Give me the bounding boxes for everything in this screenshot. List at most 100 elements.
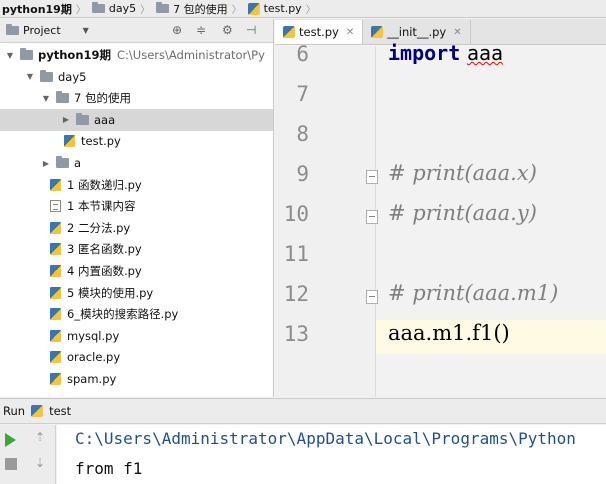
python-file-icon — [50, 286, 61, 299]
line-number: 7 — [296, 82, 309, 106]
gear-icon[interactable]: ⚙ — [222, 23, 233, 37]
tree-item[interactable]: ▶ a — [0, 152, 273, 174]
folder-icon — [156, 2, 170, 13]
python-file-icon — [50, 265, 61, 277]
folder-icon — [56, 91, 69, 104]
breadcrumb-item-package[interactable]: 7 包的使用〉 — [154, 0, 246, 17]
console-line: C:\Users\Administrator\AppData\Local\Pro… — [75, 429, 576, 448]
comment-token: # print(aaa.m1) — [388, 281, 559, 305]
code-line: # print(aaa.m1) — [388, 281, 558, 305]
arrow-down-icon[interactable]: ⇣ — [35, 456, 45, 470]
breadcrumb-item-day5[interactable]: day5 〉 — [90, 0, 154, 17]
chevron-down-icon[interactable]: ▼ — [4, 51, 16, 60]
fold-marker-icon[interactable] — [366, 210, 378, 224]
hide-panel-icon[interactable]: ⊣ — [246, 23, 256, 37]
tree-item-label: 4 内置函数.py — [67, 264, 142, 278]
tree-item-label: oracle.py — [67, 350, 121, 365]
tree-item[interactable]: 4 内置函数.py — [0, 260, 273, 282]
tree-item[interactable]: 5 模块的使用.py — [0, 282, 273, 304]
python-file-icon — [64, 135, 75, 148]
tree-item-label: 1 函数递归.py — [67, 177, 142, 192]
code-line: # print(aaa.x) — [388, 161, 537, 185]
python-file-icon — [50, 351, 61, 364]
tree-item[interactable]: 3 匿名函数.py — [0, 238, 273, 260]
breadcrumb-label: python19期 — [2, 2, 72, 16]
tab-test-py[interactable]: test.py ✕ — [275, 20, 364, 44]
tree-item-label: 3 匿名函数.py — [67, 242, 142, 257]
breadcrumb-label: test.py — [263, 2, 302, 15]
folder-icon — [20, 48, 33, 60]
target-icon[interactable]: ⊕ — [172, 23, 182, 37]
comment-token: # print(aaa.x) — [388, 161, 537, 185]
breadcrumb: python19期〉 day5 〉 7 包的使用〉 test.py 〉 — [0, 0, 606, 18]
tree-item-label: mysql.py — [67, 328, 120, 343]
tree-item[interactable]: test.py — [0, 130, 273, 152]
tree-item[interactable]: ▼ 7 包的使用 — [0, 87, 273, 109]
rerun-icon[interactable] — [5, 433, 16, 447]
stop-icon[interactable] — [5, 458, 17, 470]
folder-icon — [76, 112, 89, 125]
breadcrumb-item-file[interactable]: test.py 〉 — [246, 0, 320, 17]
tree-item[interactable]: 2 二分法.py — [0, 217, 273, 239]
fold-marker-icon[interactable] — [366, 170, 378, 184]
tree-item[interactable]: ▼ day5 — [0, 66, 273, 88]
code-line: aaa.m1.f1() — [388, 321, 510, 345]
code-line: import aaa — [388, 41, 503, 65]
tree-item-label: 5 模块的使用.py — [67, 285, 154, 300]
tab-label: test.py — [299, 25, 339, 39]
chevron-down-icon[interactable]: ▼ — [24, 72, 36, 81]
code-line: # print(aaa.y) — [388, 201, 537, 225]
tree-item-label: 6_模块的搜索路径.py — [67, 307, 179, 322]
close-icon[interactable]: ✕ — [453, 27, 461, 38]
chevron-right-icon[interactable]: ▶ — [40, 159, 52, 168]
run-toolbar: Run test — [0, 398, 606, 424]
python-file-icon — [371, 26, 384, 38]
python-file-icon — [50, 308, 61, 321]
chevron-right-icon[interactable]: ▶ — [60, 115, 72, 124]
folder-icon — [91, 2, 105, 13]
tree-item[interactable]: mysql.py — [0, 325, 273, 347]
python-file-icon — [50, 243, 61, 256]
tree-item[interactable]: 1 本节课内容 — [0, 195, 273, 217]
tree-item[interactable]: spam.py — [0, 368, 273, 390]
tree-item[interactable]: ▶ aaa — [0, 108, 273, 131]
run-config-name[interactable]: test — [49, 404, 71, 418]
python-file-icon — [50, 221, 61, 234]
tree-item[interactable]: 1 函数递归.py — [0, 174, 273, 196]
collapse-all-icon[interactable]: ≑ — [196, 23, 206, 37]
tree-item-label: 7 包的使用 — [74, 91, 131, 106]
close-icon[interactable]: ✕ — [346, 27, 354, 38]
run-tab-label[interactable]: Run — [3, 404, 25, 418]
tree-item[interactable]: 6_模块的搜索路径.py — [0, 303, 273, 325]
tree-item[interactable]: oracle.py — [0, 346, 273, 368]
run-console[interactable]: C:\Users\Administrator\AppData\Local\Pro… — [57, 425, 606, 484]
chevron-down-icon[interactable]: ▼ — [40, 94, 52, 103]
python-file-icon — [247, 2, 260, 15]
run-side-toolbar: ⇡ ⇣ — [0, 425, 56, 484]
line-number: 11 — [283, 242, 309, 266]
line-number: 6 — [296, 42, 309, 66]
folder-icon — [40, 69, 53, 82]
chevron-down-icon: ▼ — [82, 26, 89, 35]
line-number: 9 — [296, 162, 309, 186]
arrow-up-icon[interactable]: ⇡ — [35, 430, 45, 444]
breadcrumb-label: day5 — [108, 2, 137, 15]
tree-item-label: a — [74, 156, 82, 170]
python-file-icon — [283, 26, 295, 38]
fold-marker-icon[interactable] — [366, 290, 378, 304]
project-panel-title: Project — [23, 24, 61, 37]
breadcrumb-item-root[interactable]: python19期〉 — [0, 0, 90, 17]
tree-item-path: C:\Users\Administrator\Py — [117, 48, 265, 62]
tree-item[interactable]: ▼ python19期 C:\Users\Administrator\Py — [0, 44, 273, 66]
console-line: from f1 — [75, 459, 143, 478]
module-token: aaa — [466, 41, 504, 65]
project-view-selector[interactable]: Project ▼ — [2, 24, 89, 37]
ide-window: python19期〉 day5 〉 7 包的使用〉 test.py 〉 Projec… — [0, 0, 606, 484]
tab-label: __init__.py — [387, 25, 447, 39]
python-file-icon — [50, 329, 61, 342]
line-number: 10 — [283, 202, 309, 226]
line-number: 13 — [283, 322, 309, 346]
python-file-icon — [50, 178, 61, 191]
python-file-icon — [31, 405, 44, 417]
folder-icon — [56, 156, 69, 168]
